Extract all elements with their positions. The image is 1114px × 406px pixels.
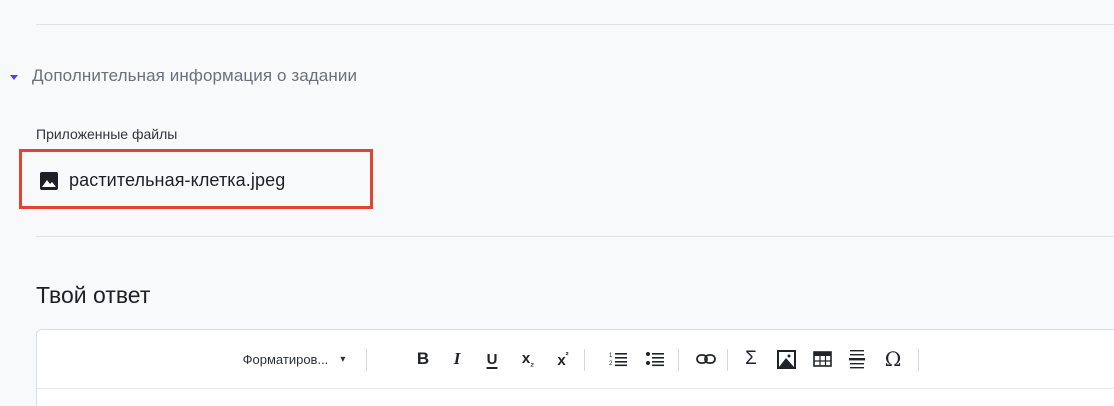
additional-info-toggle[interactable]: Дополнительная информация о задании: [10, 66, 357, 86]
answer-heading: Твой ответ: [36, 282, 151, 308]
toolbar-separator: [678, 349, 679, 371]
attachment-filename: растительная-клетка.jpeg: [69, 170, 286, 190]
insert-table-button[interactable]: [810, 330, 834, 388]
toolbar-separator: [584, 349, 585, 371]
task-page: Дополнительная информация о задании Прил…: [0, 0, 1114, 406]
attached-files-label: Приложенные файлы: [36, 126, 178, 142]
caret-down-icon: [10, 74, 18, 80]
bulleted-list-icon: [646, 352, 664, 367]
subscript-button[interactable]: x₂: [515, 330, 541, 388]
subscript-icon: x₂: [521, 350, 535, 368]
bold-button[interactable]: B: [411, 330, 435, 388]
numbered-list-button[interactable]: 1 2: [606, 330, 630, 388]
superscript-icon: x²: [557, 349, 569, 369]
divider: [36, 236, 1114, 237]
special-char-icon: Ω: [884, 347, 902, 371]
horizontal-rule-icon: [849, 350, 865, 369]
toolbar-separator: [727, 349, 728, 371]
sum-icon: Σ: [745, 348, 757, 369]
formula-button[interactable]: Σ: [739, 330, 763, 388]
chevron-down-icon: ▾: [340, 353, 346, 365]
svg-text:1: 1: [609, 353, 613, 359]
horizontal-rule-button[interactable]: [845, 330, 869, 388]
insert-image-button[interactable]: [774, 330, 798, 388]
image-file-icon: [39, 171, 59, 191]
section-title: Дополнительная информация о задании: [32, 66, 358, 85]
table-icon: [812, 351, 832, 367]
editor-toolbar: Форматиров... ▾ B I U x₂ x² 1 2 Σ Ω: [37, 330, 1114, 389]
underline-button[interactable]: U: [480, 330, 504, 388]
bulleted-list-button[interactable]: [643, 330, 667, 388]
format-dropdown-label: Форматиров...: [242, 351, 329, 367]
toolbar-separator: [918, 349, 919, 371]
numbered-list-icon: 1 2: [609, 353, 627, 367]
svg-text:2: 2: [609, 361, 613, 367]
link-button[interactable]: [693, 330, 719, 388]
image-icon: [776, 349, 796, 369]
link-icon: [696, 354, 716, 364]
attachment-link[interactable]: растительная-клетка.jpeg: [39, 170, 285, 191]
answer-editor[interactable]: Форматиров... ▾ B I U x₂ x² 1 2 Σ Ω: [36, 329, 1114, 406]
format-dropdown[interactable]: Форматиров... ▾: [234, 330, 354, 388]
italic-button[interactable]: I: [445, 330, 469, 388]
toolbar-separator: [366, 349, 367, 371]
divider: [36, 24, 1114, 25]
superscript-button[interactable]: x²: [550, 330, 576, 388]
special-char-button[interactable]: Ω: [881, 330, 905, 388]
